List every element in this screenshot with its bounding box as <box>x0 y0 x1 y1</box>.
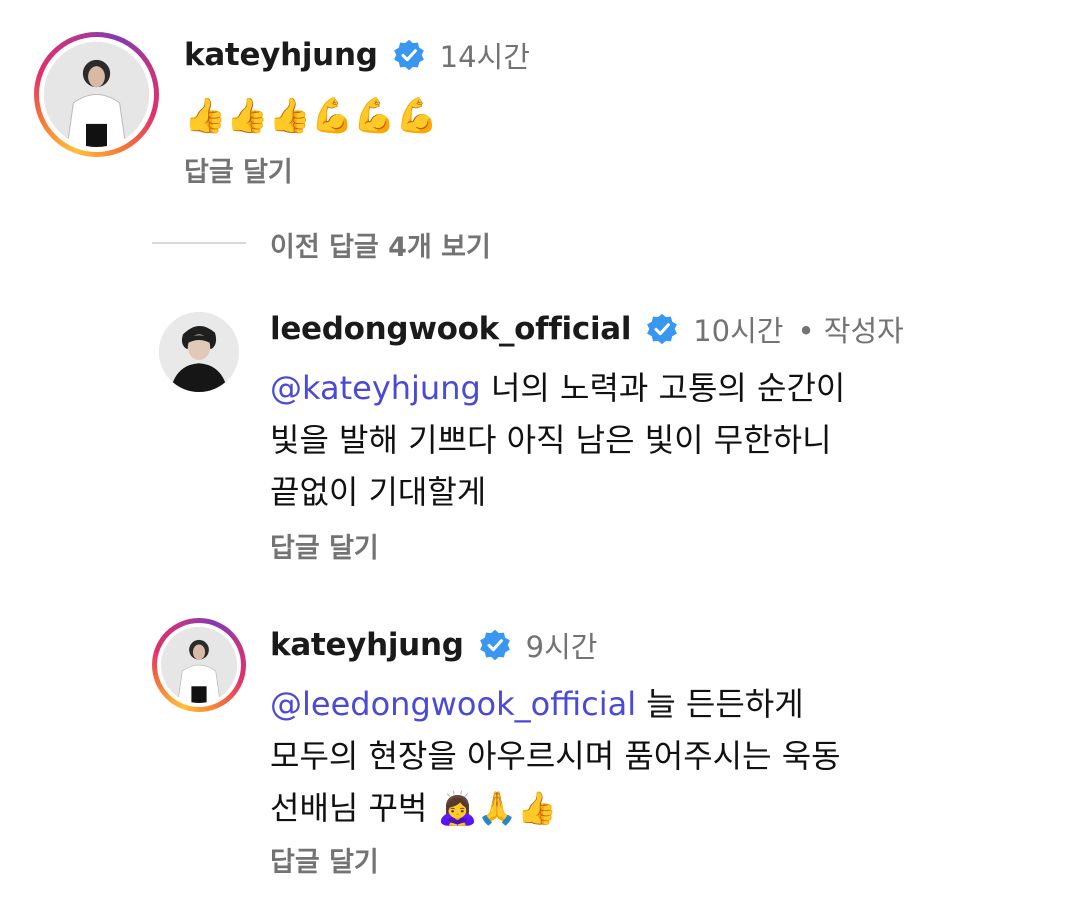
reply-username[interactable]: leedongwook_official <box>270 311 632 347</box>
reply-body: @kateyhjung 너의 노력과 고통의 순간이 빛을 발해 기쁘다 아직 … <box>270 362 845 518</box>
reply-button[interactable]: 답글 달기 <box>184 150 293 189</box>
reply-text-line: 끝없이 기대할게 <box>270 473 487 511</box>
mention-link[interactable]: @leedongwook_official <box>270 685 636 723</box>
author-tag: • 작성자 <box>797 314 904 348</box>
reply-text-line: 선배님 꾸벅 🙇‍♀️🙏👍 <box>270 789 558 827</box>
reply-text-line: 빛을 발해 기쁘다 아직 남은 빛이 무한하니 <box>270 421 832 459</box>
avatar-leedongwook[interactable] <box>159 312 239 392</box>
reply-text-line: 너의 노력과 고통의 순간이 <box>480 369 846 407</box>
verified-badge-icon <box>393 39 424 71</box>
reply-button[interactable]: 답글 달기 <box>270 526 379 565</box>
reply-text-line: 모두의 현장을 아우르시며 품어주시는 욱동 <box>270 737 841 775</box>
avatar-photo <box>161 627 237 703</box>
reply-body: @leedongwook_official 늘 든든하게 모두의 현장을 아우르… <box>270 678 841 834</box>
comment-username[interactable]: kateyhjung <box>184 37 378 73</box>
reply-timestamp: 9시간 <box>525 630 598 664</box>
avatar-photo <box>159 312 239 392</box>
avatar-kateyhjung-story[interactable] <box>34 32 159 157</box>
avatar-photo <box>44 42 149 147</box>
person-photo-icon <box>161 627 237 703</box>
mention-link[interactable]: @kateyhjung <box>270 369 481 407</box>
avatar-kateyhjung-story[interactable] <box>152 618 246 712</box>
comment-text: 👍👍👍💪💪💪 <box>184 96 439 136</box>
person-photo-icon <box>44 42 149 147</box>
replies-divider <box>152 242 246 244</box>
verified-badge-icon <box>479 629 510 661</box>
person-photo-icon <box>159 312 239 392</box>
verified-badge-icon <box>647 313 678 345</box>
reply-text-line: 늘 든든하게 <box>636 685 804 723</box>
reply-button[interactable]: 답글 달기 <box>270 840 379 879</box>
reply-timestamp: 10시간 <box>693 314 784 348</box>
reply-username[interactable]: kateyhjung <box>270 627 464 663</box>
view-previous-replies-button[interactable]: 이전 답글 4개 보기 <box>270 225 491 264</box>
comment-timestamp: 14시간 <box>439 40 530 74</box>
